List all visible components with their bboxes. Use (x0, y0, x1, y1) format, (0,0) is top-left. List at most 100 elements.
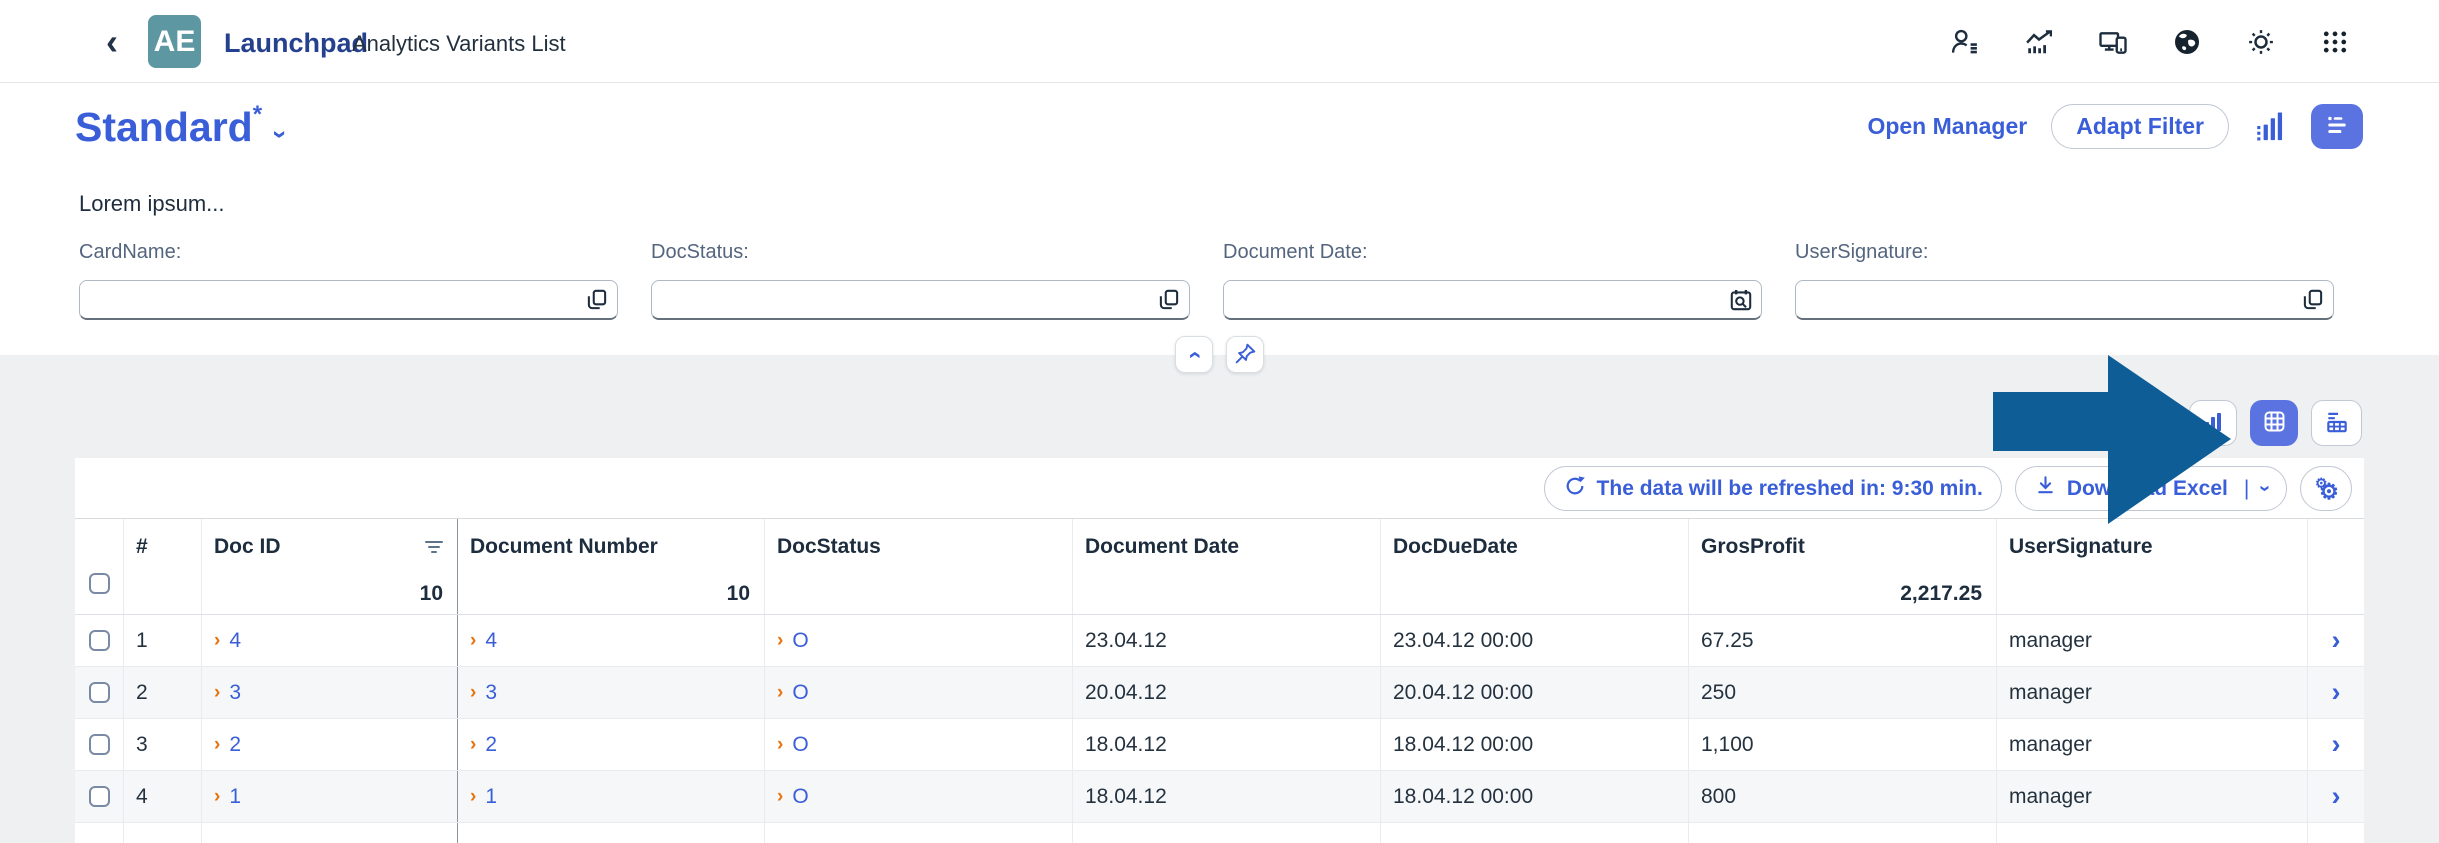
col-document-number[interactable]: Document Number 10 (458, 519, 765, 614)
table-row[interactable]: 2 ›3 ›3 ›O 20.04.12 20.04.12 00:00 250 m… (75, 667, 2364, 719)
expand-chevron-icon[interactable]: › (470, 786, 476, 808)
navigate-chevron-icon[interactable]: › (2332, 729, 2341, 760)
expand-chevron-icon[interactable]: › (777, 786, 783, 808)
table-settings-button[interactable]: ⚙ ⚙ (2300, 466, 2352, 511)
select-all-checkbox[interactable] (89, 573, 110, 594)
row-checkbox[interactable] (89, 630, 110, 651)
user-signature-cell (1997, 823, 2308, 843)
app-logo[interactable]: AE (148, 15, 201, 68)
expand-chevron-icon[interactable]: › (777, 630, 783, 652)
chevron-down-icon: › (265, 130, 296, 139)
navigate-chevron-icon[interactable]: › (2332, 677, 2341, 708)
doc-id-link[interactable]: 2 (229, 733, 241, 757)
open-manager-button[interactable]: Open Manager (1867, 113, 2027, 140)
doc-status-link[interactable]: O (792, 785, 808, 809)
collapse-filter-button[interactable]: › (1175, 336, 1213, 373)
shell-title[interactable]: Launchpad (224, 28, 368, 59)
col-total: 10 (214, 582, 445, 606)
col-user-signature[interactable]: UserSignature (1997, 519, 2308, 614)
doc-status-link[interactable]: O (792, 629, 808, 653)
table-row[interactable]: 3 ›2 ›2 ›O 18.04.12 18.04.12 00:00 1,100… (75, 719, 2364, 771)
download-icon (2034, 474, 2057, 503)
pin-filter-button[interactable] (1226, 336, 1264, 373)
col-total: 2,217.25 (1701, 582, 1984, 606)
back-button[interactable]: ‹ (92, 0, 132, 83)
doc-status-link[interactable]: O (792, 681, 808, 705)
app-finder-button[interactable] (2320, 27, 2350, 57)
col-doc-status[interactable]: DocStatus (765, 519, 1073, 614)
table-row[interactable]: 4 ›1 ›1 ›O 18.04.12 18.04.12 00:00 800 m… (75, 771, 2364, 823)
user-signature-value: manager (2009, 785, 2092, 809)
doc-id-link[interactable]: 1 (229, 785, 241, 809)
document-date-cell: 18.04.12 (1073, 719, 1381, 770)
analytics-variants-page: ‹ AE Launchpad Analytics Variants List (0, 0, 2439, 843)
document-number-link[interactable]: 2 (485, 733, 497, 757)
user-signature-cell: manager (1997, 667, 2308, 718)
chart-view-button[interactable] (2189, 400, 2237, 446)
row-checkbox[interactable] (89, 682, 110, 703)
doc-due-date-cell: 18.04.12 00:00 (1381, 771, 1689, 822)
docstatus-input[interactable] (651, 280, 1190, 320)
doc-due-date-value: 18.04.12 00:00 (1393, 733, 1533, 757)
user-signature-value: manager (2009, 733, 2092, 757)
document-number-link[interactable]: 3 (485, 681, 497, 705)
expand-chevron-icon[interactable]: › (470, 682, 476, 704)
refresh-countdown-button[interactable]: The data will be refreshed in: 9:30 min. (1544, 466, 2002, 511)
value-help-icon[interactable] (584, 287, 610, 313)
user-settings-button[interactable] (1950, 27, 1980, 57)
document-number-link[interactable]: 4 (485, 629, 497, 653)
document-number-link[interactable]: 1 (485, 785, 497, 809)
filter-description: Lorem ipsum... (79, 191, 225, 217)
table-row[interactable]: 1 ›4 ›4 ›O 23.04.12 23.04.12 00:00 67.25… (75, 615, 2364, 667)
usersignature-input[interactable] (1795, 280, 2334, 320)
doc-id-link[interactable]: 4 (229, 629, 241, 653)
expand-chevron-icon[interactable]: › (777, 734, 783, 756)
document-date-cell: 18.04.12 (1073, 771, 1381, 822)
col-doc-due-date[interactable]: DocDueDate (1381, 519, 1689, 614)
table-view-button-selected[interactable] (2250, 400, 2298, 446)
expand-chevron-icon[interactable]: › (214, 630, 220, 652)
variant-selector[interactable]: Standard* › (75, 105, 285, 150)
col-doc-id[interactable]: Doc ID 10 (202, 519, 458, 614)
document-date-value: 23.04.12 (1085, 629, 1167, 653)
expand-chevron-icon[interactable]: › (470, 630, 476, 652)
doc-id-cell (202, 823, 458, 843)
doc-status-link[interactable]: O (792, 733, 808, 757)
filter-bar-toggle-button[interactable] (2311, 104, 2363, 149)
expand-chevron-icon[interactable]: › (470, 734, 476, 756)
cardname-input[interactable] (79, 280, 618, 320)
date-range-icon[interactable] (1728, 287, 1754, 313)
doc-id-cell: ›1 (202, 771, 458, 822)
adapt-filter-button[interactable]: Adapt Filter (2051, 104, 2229, 149)
document-date-input[interactable] (1223, 280, 1762, 320)
chart-table-view-button[interactable] (2311, 400, 2362, 446)
variant-dirty-marker: * (253, 101, 262, 128)
globe-button[interactable] (2172, 27, 2202, 57)
devices-button[interactable] (2098, 27, 2128, 57)
chart-view-icon (2201, 410, 2225, 437)
row-checkbox[interactable] (89, 734, 110, 755)
doc-id-link[interactable]: 3 (229, 681, 241, 705)
chart-button[interactable] (2253, 109, 2287, 143)
appearance-button[interactable] (2246, 27, 2276, 57)
document-number-cell: ›3 (458, 667, 765, 718)
row-index: 2 (136, 681, 148, 705)
navigate-chevron-icon[interactable]: › (2332, 781, 2341, 812)
expand-chevron-icon[interactable]: › (214, 786, 220, 808)
download-excel-button[interactable]: Download Excel | › (2015, 466, 2287, 511)
document-date-value: 18.04.12 (1085, 785, 1167, 809)
navigate-chevron-icon[interactable]: › (2332, 625, 2341, 656)
analytics-button[interactable] (2024, 27, 2054, 57)
index-cell: 1 (124, 615, 202, 666)
col-document-date[interactable]: Document Date (1073, 519, 1381, 614)
value-help-icon[interactable] (1156, 287, 1182, 313)
row-checkbox[interactable] (89, 786, 110, 807)
index-cell: 2 (124, 667, 202, 718)
value-help-icon[interactable] (2300, 287, 2326, 313)
expand-chevron-icon[interactable]: › (777, 682, 783, 704)
expand-chevron-icon[interactable]: › (214, 682, 220, 704)
expand-chevron-icon[interactable]: › (214, 734, 220, 756)
col-label: DocStatus (777, 535, 881, 559)
col-gros-profit[interactable]: GrosProfit 2,217.25 (1689, 519, 1997, 614)
col-label: Document Number (470, 535, 658, 559)
